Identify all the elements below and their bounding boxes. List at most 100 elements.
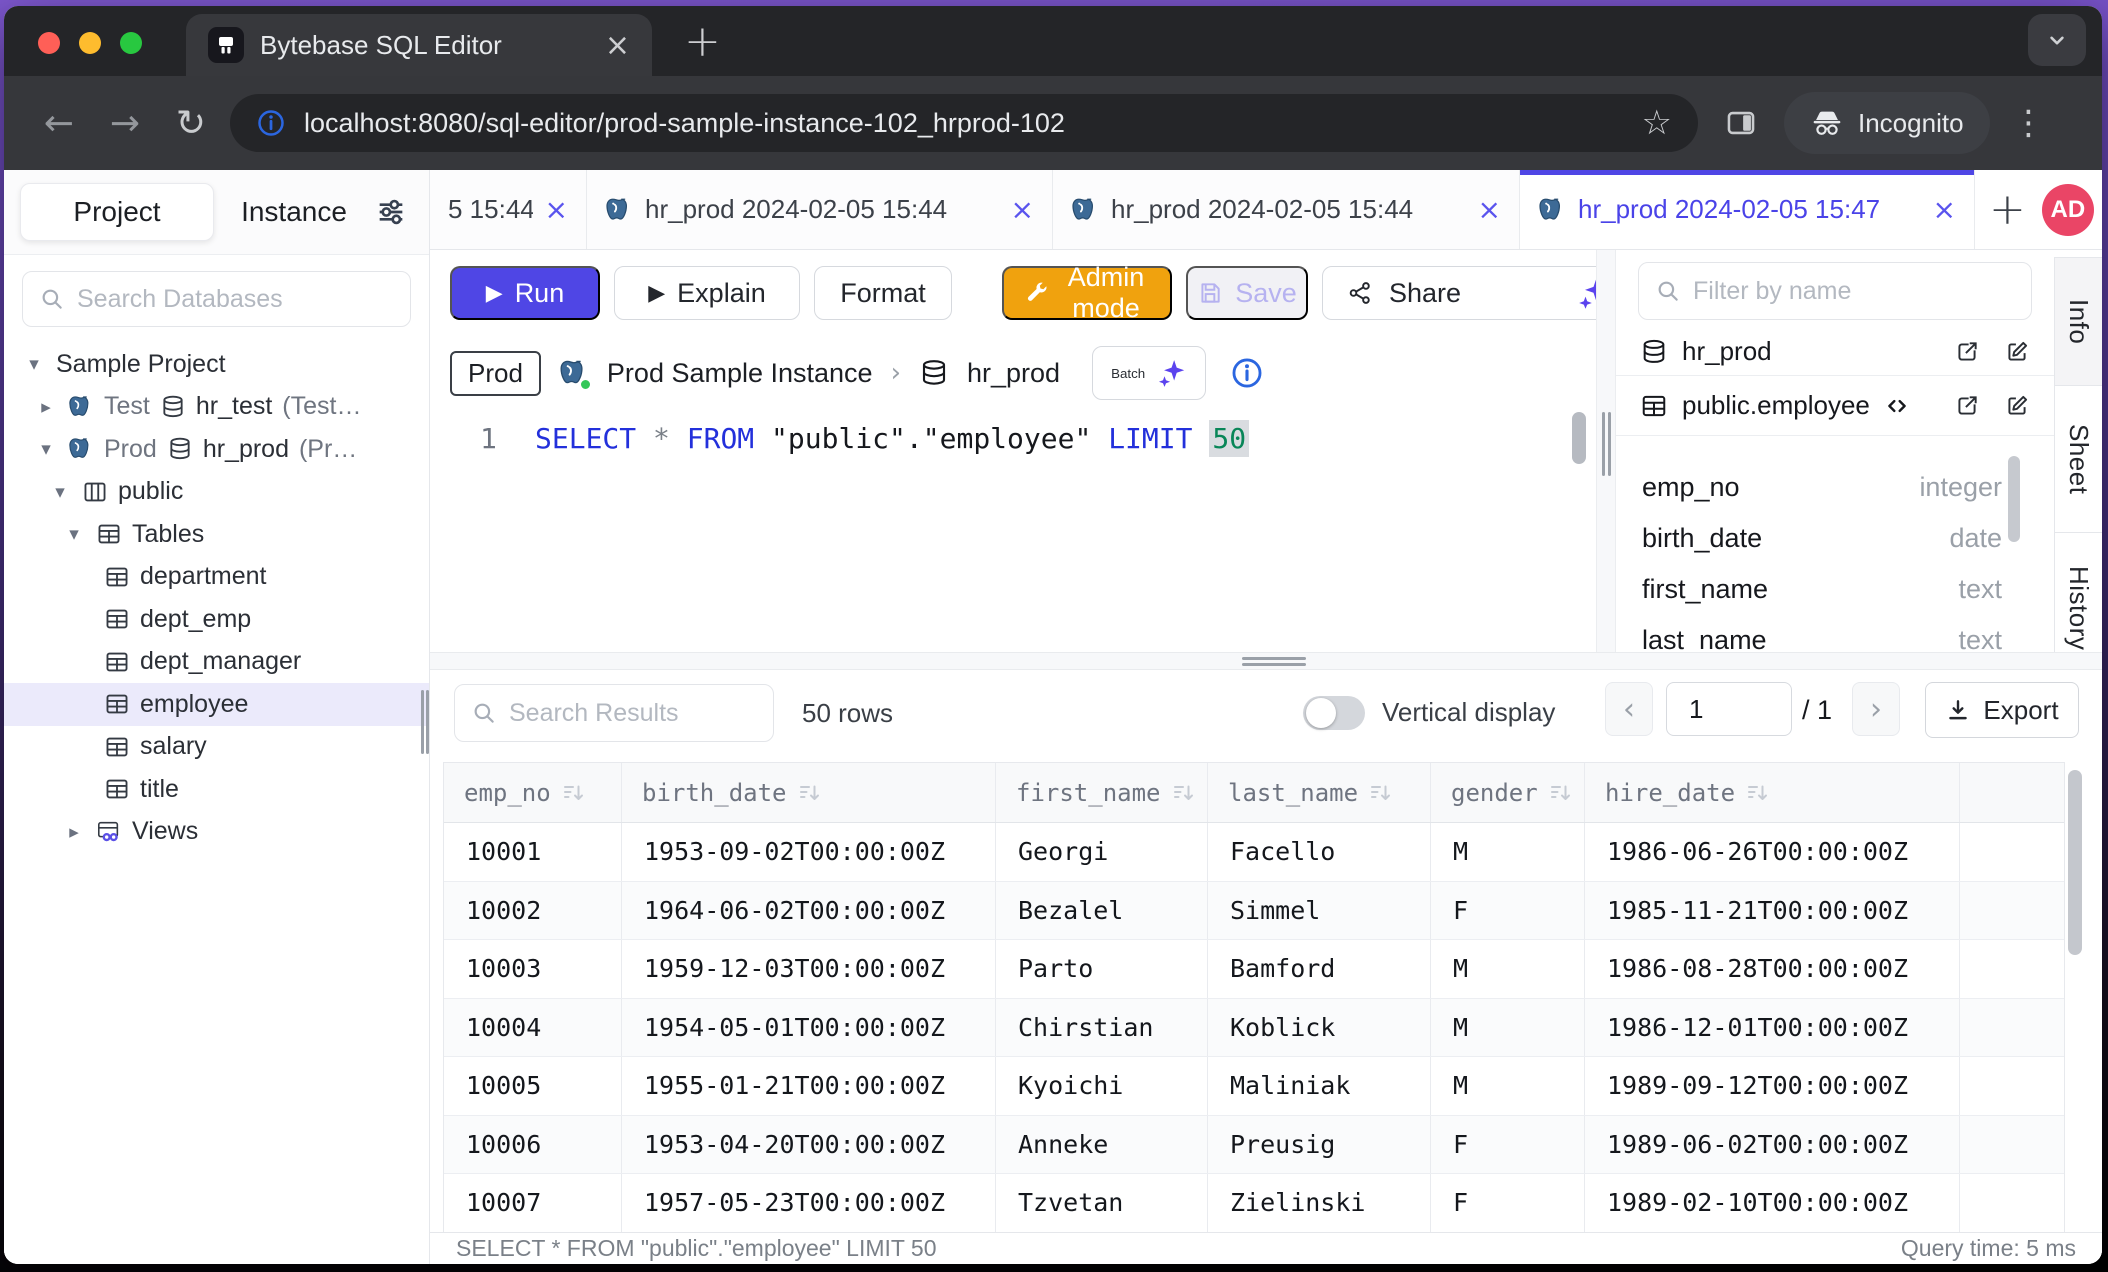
- side-tab-sheet[interactable]: Sheet: [2055, 386, 2102, 533]
- admin-mode-button[interactable]: Admin mode: [1002, 266, 1172, 320]
- bookmark-star-icon[interactable]: ☆: [1642, 103, 1672, 143]
- vertical-display-toggle[interactable]: [1303, 696, 1365, 730]
- sql-editor-app: Project Instance ▾Sample Project▸Testhr_…: [4, 170, 2102, 1264]
- tree-settings-icon[interactable]: [375, 196, 407, 228]
- page-input[interactable]: [1666, 682, 1792, 736]
- tree-item[interactable]: salary: [4, 726, 429, 769]
- maximize-window-button[interactable]: [120, 32, 142, 54]
- instance-name[interactable]: Prod Sample Instance: [607, 358, 873, 389]
- add-tab-button[interactable]: +: [1989, 184, 2026, 235]
- panel-scrollbar[interactable]: [2008, 456, 2020, 542]
- tree-item[interactable]: ▾public: [4, 471, 429, 514]
- column-row[interactable]: birth_datedate: [1616, 513, 2054, 564]
- column-header[interactable]: hire_date: [1585, 763, 1960, 822]
- column-header[interactable]: emp_no: [444, 763, 622, 822]
- save-button[interactable]: Save: [1186, 266, 1308, 320]
- forward-button[interactable]: →: [92, 103, 158, 144]
- results-scrollbar[interactable]: [2068, 770, 2082, 955]
- column-row[interactable]: emp_nointeger: [1616, 462, 2054, 513]
- table-cell: 10006: [444, 1116, 622, 1174]
- tree-item[interactable]: department: [4, 556, 429, 599]
- url-text[interactable]: localhost:8080/sql-editor/prod-sample-in…: [304, 108, 1624, 139]
- prev-page-button[interactable]: ‹: [1605, 682, 1653, 736]
- column-header[interactable]: gender: [1431, 763, 1585, 822]
- close-icon[interactable]: ×: [1011, 193, 1034, 226]
- database-name[interactable]: hr_prod: [967, 358, 1060, 389]
- sidebar-resize-handle[interactable]: [421, 690, 424, 754]
- close-icon[interactable]: ×: [1933, 193, 1956, 226]
- info-icon[interactable]: [1230, 356, 1264, 390]
- editor-scrollbar[interactable]: [1572, 412, 1586, 464]
- sidebar-resize-handle[interactable]: [426, 690, 429, 754]
- side-tab-info[interactable]: Info: [2055, 258, 2102, 386]
- browser-tab-close-icon[interactable]: ×: [605, 28, 630, 63]
- tree-item[interactable]: title: [4, 768, 429, 811]
- side-panel-icon[interactable]: [1724, 106, 1758, 140]
- explain-button[interactable]: ▶ Explain: [614, 266, 800, 320]
- column-row[interactable]: first_nametext: [1616, 564, 2054, 615]
- batch-button[interactable]: Batch: [1092, 346, 1206, 400]
- table-row[interactable]: 100051955-01-21T00:00:00ZKyoichiMaliniak…: [444, 1057, 2064, 1116]
- tab-project[interactable]: Project: [20, 183, 214, 241]
- address-bar[interactable]: localhost:8080/sql-editor/prod-sample-in…: [230, 94, 1698, 152]
- panel-table-row[interactable]: public.employee: [1616, 376, 2054, 436]
- editor-tab[interactable]: hr_prod 2024-02-05 15:44×: [1053, 170, 1520, 249]
- table-row[interactable]: 100031959-12-03T00:00:00ZPartoBamfordM19…: [444, 940, 2064, 999]
- run-button[interactable]: ▶ Run: [450, 266, 600, 320]
- table-row[interactable]: 100071957-05-23T00:00:00ZTzvetanZielinsk…: [444, 1174, 2064, 1233]
- close-icon[interactable]: ×: [545, 193, 568, 226]
- new-tab-button[interactable]: +: [684, 16, 721, 67]
- tree-item[interactable]: ▾Prodhr_prod (Pr…: [4, 428, 429, 471]
- column-header[interactable]: birth_date: [622, 763, 996, 822]
- results-search-box[interactable]: [454, 684, 774, 742]
- edit-icon[interactable]: [2004, 339, 2030, 365]
- tree-item[interactable]: ▸Views: [4, 811, 429, 854]
- tree-item[interactable]: ▸Testhr_test (Test…: [4, 386, 429, 429]
- table-row[interactable]: 100041954-05-01T00:00:00ZChirstianKoblic…: [444, 999, 2064, 1058]
- table-row[interactable]: 100011953-09-02T00:00:00ZGeorgiFacelloM1…: [444, 823, 2064, 882]
- tree-item[interactable]: dept_emp: [4, 598, 429, 641]
- results-search-input[interactable]: [509, 699, 757, 728]
- panel-divider-horizontal[interactable]: [430, 652, 2102, 670]
- table-row[interactable]: 100061953-04-20T00:00:00ZAnnekePreusigF1…: [444, 1116, 2064, 1175]
- close-icon[interactable]: ×: [1478, 193, 1501, 226]
- code-icon[interactable]: [1884, 393, 1910, 419]
- format-button[interactable]: Format: [814, 266, 952, 320]
- minimize-window-button[interactable]: [79, 32, 101, 54]
- column-header[interactable]: first_name: [996, 763, 1208, 822]
- avatar[interactable]: AD: [2042, 184, 2094, 236]
- editor-tab[interactable]: hr_prod 2024-02-05 15:47×: [1520, 170, 1975, 249]
- database-search-input[interactable]: [77, 285, 394, 314]
- row-count: 50 rows: [802, 698, 893, 729]
- database-search-box[interactable]: [22, 271, 411, 327]
- column-header[interactable]: last_name: [1208, 763, 1431, 822]
- schema-filter-input[interactable]: [1693, 277, 2015, 306]
- next-page-button[interactable]: ›: [1852, 682, 1900, 736]
- sql-code-line[interactable]: SELECT * FROM "public"."employee" LIMIT …: [535, 422, 1249, 455]
- tab-overview-button[interactable]: [2028, 14, 2086, 66]
- edit-icon[interactable]: [2004, 393, 2030, 419]
- editor-tab[interactable]: 5 15:44×: [430, 170, 587, 249]
- sql-editor[interactable]: 1 SELECT * FROM "public"."employee" LIMI…: [430, 410, 1596, 652]
- close-window-button[interactable]: [38, 32, 60, 54]
- schema-filter-box[interactable]: [1638, 262, 2032, 320]
- browser-menu-icon[interactable]: ⋮: [2012, 103, 2046, 143]
- table-row[interactable]: 100021964-06-02T00:00:00ZBezalelSimmelF1…: [444, 882, 2064, 941]
- editor-tab[interactable]: hr_prod 2024-02-05 15:44×: [587, 170, 1053, 249]
- tree-item[interactable]: ▾Sample Project: [4, 343, 429, 386]
- site-info-icon[interactable]: [256, 108, 286, 138]
- tree-item[interactable]: ▾Tables: [4, 513, 429, 556]
- browser-tab[interactable]: Bytebase SQL Editor ×: [186, 14, 652, 76]
- share-button[interactable]: Share: [1322, 266, 1636, 320]
- reload-button[interactable]: ↻: [158, 103, 224, 144]
- external-link-icon[interactable]: [1954, 393, 1980, 419]
- tree-item[interactable]: dept_manager: [4, 641, 429, 684]
- tab-instance[interactable]: Instance: [214, 196, 374, 228]
- back-button[interactable]: ←: [26, 103, 92, 144]
- export-button[interactable]: Export: [1925, 682, 2079, 738]
- column-row[interactable]: last_nametext: [1616, 615, 2054, 652]
- tree-item[interactable]: employee: [4, 683, 429, 726]
- panel-database-row[interactable]: hr_prod: [1616, 328, 2054, 376]
- panel-divider-vertical[interactable]: [1596, 250, 1616, 652]
- external-link-icon[interactable]: [1954, 339, 1980, 365]
